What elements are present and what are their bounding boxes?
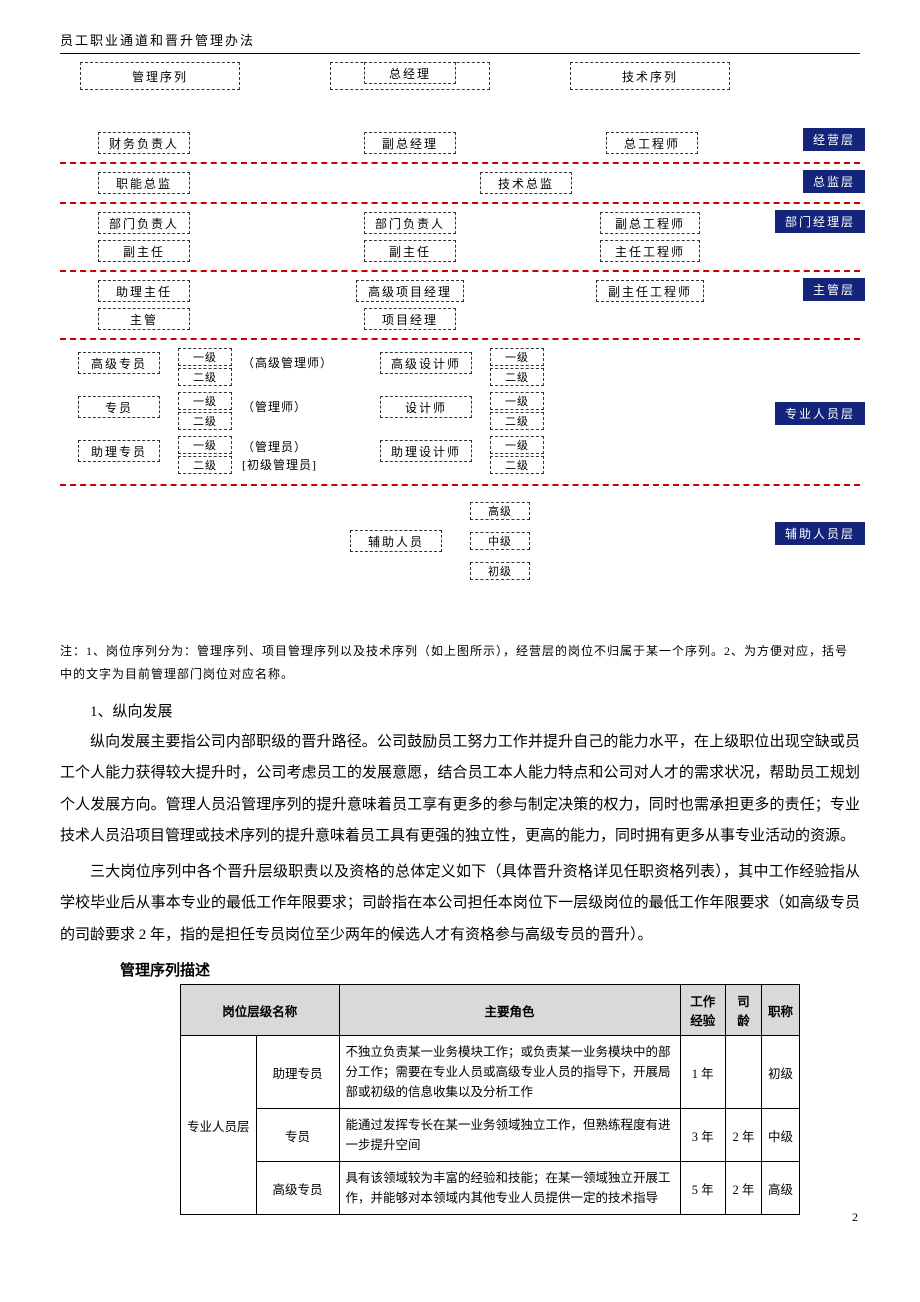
tag-operation-layer: 经营层 [803, 128, 865, 151]
divider-3 [60, 270, 860, 272]
paren-junior-admin: [初级管理员] [242, 456, 317, 473]
th-title: 职称 [761, 985, 799, 1036]
box-deputy-head-b: 副主任 [364, 240, 456, 262]
box-chief-engineer: 总工程师 [606, 132, 698, 154]
paragraph-2: 三大岗位序列中各个晋升层级职责以及资格的总体定义如下（具体晋升资格详见任职资格列… [60, 857, 860, 952]
box-lv2-a: 二级 [178, 368, 232, 386]
box-finance-head: 财务负责人 [98, 132, 190, 154]
table-row: 高级专员 具有该领域较为丰富的经验和技能；在某一领域独立开展工作，并能够对本领域… [181, 1162, 800, 1215]
page-header: 员工职业通道和晋升管理办法 [60, 30, 860, 49]
box-aux-personnel: 辅助人员 [350, 530, 442, 552]
td-exp: 1 年 [680, 1036, 725, 1109]
td-title: 初级 [761, 1036, 799, 1109]
box-deputy-chief-eng2: 副主任工程师 [596, 280, 704, 302]
th-age: 司龄 [725, 985, 761, 1036]
td-title: 中级 [761, 1109, 799, 1162]
td-name: 专员 [256, 1109, 339, 1162]
divider-4 [60, 338, 860, 340]
td-age [725, 1036, 761, 1109]
paren-senior-mgr: （高级管理师） [242, 354, 333, 371]
tag-director-layer: 总监层 [803, 170, 865, 193]
divider-2 [60, 202, 860, 204]
box-lv1-f: 一级 [490, 436, 544, 454]
box-lv1-a: 一级 [178, 348, 232, 366]
box-lv2-c: 二级 [178, 456, 232, 474]
page-number: 2 [852, 1210, 858, 1225]
table-row: 专业人员层 助理专员 不独立负责某一业务模块工作；或负责某一业务模块中的部分工作… [181, 1036, 800, 1109]
mgmt-desc-table: 岗位层级名称 主要角色 工作经验 司龄 职称 专业人员层 助理专员 不独立负责某… [180, 984, 800, 1215]
box-lv2-d: 二级 [490, 368, 544, 386]
box-junior-specialist: 助理专员 [78, 440, 160, 462]
box-chief-eng-title: 主任工程师 [600, 240, 700, 262]
box-lv1-e: 一级 [490, 392, 544, 410]
box-lv1-b: 一级 [178, 392, 232, 410]
th-role: 主要角色 [339, 985, 680, 1036]
diagram-note: 注：1、岗位序列分为：管理序列、项目管理序列以及技术序列（如上图所示），经营层的… [60, 640, 860, 686]
box-lv2-f: 二级 [490, 456, 544, 474]
table-row: 专员 能通过发挥专长在某一业务领域独立工作，但熟练程度有进一步提升空间 3 年 … [181, 1109, 800, 1162]
paragraph-1: 纵向发展主要指公司内部职级的晋升路径。公司鼓励员工努力工作并提升自己的能力水平，… [60, 727, 860, 853]
box-lv1-c: 一级 [178, 436, 232, 454]
box-pm: 项目经理 [364, 308, 456, 330]
td-age: 2 年 [725, 1162, 761, 1215]
box-supervisor: 主管 [98, 308, 190, 330]
td-role: 不独立负责某一业务模块工作；或负责某一业务模块中的部分工作；需要在专业人员或高级… [339, 1036, 680, 1109]
box-aux-senior: 高级 [470, 502, 530, 520]
org-diagram: 管理序列 项目管理序列 技术序列 总经理 财务负责人 副总经理 总工程师 经营层… [60, 62, 860, 632]
subheading-mgmt-desc: 管理序列描述 [60, 959, 860, 980]
td-age: 2 年 [725, 1109, 761, 1162]
col-header-tech: 技术序列 [570, 62, 730, 90]
tag-dept-manager-layer: 部门经理层 [775, 210, 865, 233]
tag-aux-layer: 辅助人员层 [775, 522, 865, 545]
box-dept-head-b: 部门负责人 [364, 212, 456, 234]
box-lv1-d: 一级 [490, 348, 544, 366]
box-deputy-gm: 副总经理 [364, 132, 456, 154]
tag-supervisor-layer: 主管层 [803, 278, 865, 301]
box-designer: 设计师 [380, 396, 472, 418]
box-junior-designer: 助理设计师 [380, 440, 472, 462]
box-deputy-chief-eng: 副总工程师 [600, 212, 700, 234]
divider-1 [60, 162, 860, 164]
box-general-manager: 总经理 [364, 62, 456, 84]
box-aux-junior: 初级 [470, 562, 530, 580]
box-specialist: 专员 [78, 396, 160, 418]
box-lv2-e: 二级 [490, 412, 544, 430]
header-divider [60, 53, 860, 54]
box-deputy-head-a: 副主任 [98, 240, 190, 262]
box-tech-director: 技术总监 [480, 172, 572, 194]
tag-professional-layer: 专业人员层 [775, 402, 865, 425]
col-header-mgmt: 管理序列 [80, 62, 240, 90]
td-title: 高级 [761, 1162, 799, 1215]
td-name: 高级专员 [256, 1162, 339, 1215]
box-aux-mid: 中级 [470, 532, 530, 550]
paren-mgr: （管理师） [242, 398, 307, 415]
td-group: 专业人员层 [181, 1036, 257, 1215]
th-exp: 工作经验 [680, 985, 725, 1036]
td-role: 能通过发挥专长在某一业务领域独立工作，但熟练程度有进一步提升空间 [339, 1109, 680, 1162]
td-role: 具有该领域较为丰富的经验和技能；在某一领域独立开展工作，并能够对本领域内其他专业… [339, 1162, 680, 1215]
td-exp: 3 年 [680, 1109, 725, 1162]
divider-5 [60, 484, 860, 486]
box-func-director: 职能总监 [98, 172, 190, 194]
td-exp: 5 年 [680, 1162, 725, 1215]
box-senior-pm: 高级项目经理 [356, 280, 464, 302]
box-assist-head: 助理主任 [98, 280, 190, 302]
box-senior-designer: 高级设计师 [380, 352, 472, 374]
box-dept-head-a: 部门负责人 [98, 212, 190, 234]
th-name: 岗位层级名称 [181, 985, 340, 1036]
box-senior-specialist: 高级专员 [78, 352, 160, 374]
section1-title: 1、纵向发展 [60, 700, 860, 721]
box-lv2-b: 二级 [178, 412, 232, 430]
paren-admin: （管理员） [242, 438, 307, 455]
td-name: 助理专员 [256, 1036, 339, 1109]
